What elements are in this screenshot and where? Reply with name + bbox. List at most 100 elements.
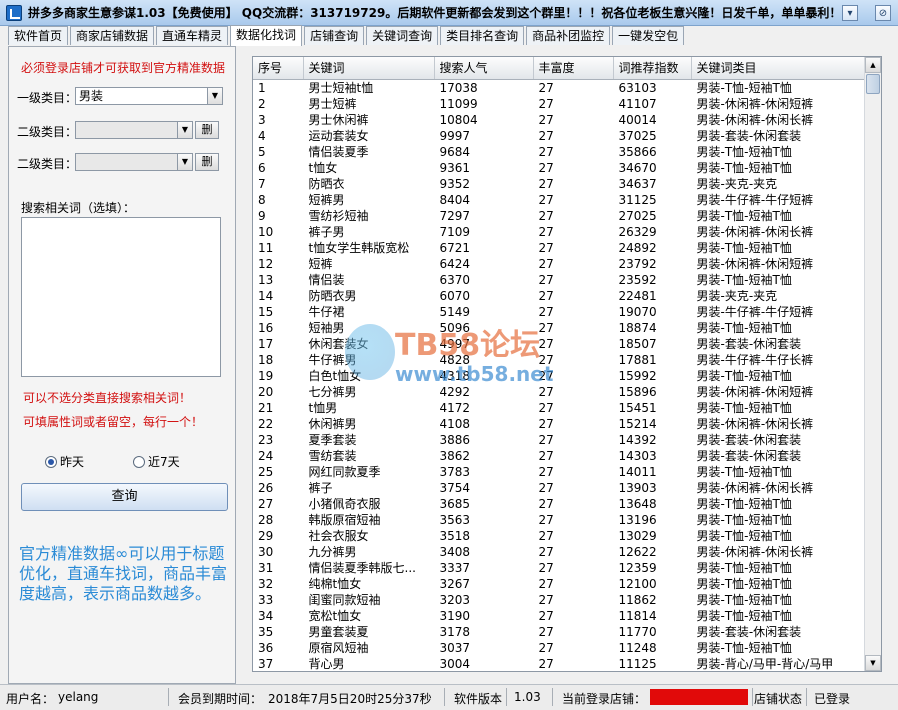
column-header[interactable]: 序号 [253, 57, 304, 80]
table-cell: 男装-套装-休闲套装 [696, 128, 802, 143]
table-row[interactable]: 17 休闲套装女 4997 27 18507 男装-套装-休闲套装 [253, 336, 865, 352]
table-row[interactable]: 10 裤子男 7109 27 26329 男装-休闲裤-休闲长裤 [253, 224, 865, 240]
table-row[interactable]: 19 白色t恤女 4318 27 15992 男装-T恤-短袖T恤 [253, 368, 865, 384]
column-header[interactable]: 丰富度 [533, 57, 614, 80]
table-row[interactable]: 20 七分裤男 4292 27 15896 男装-休闲裤-休闲短裤 [253, 384, 865, 400]
cat2-delete-button[interactable]: 删 [195, 121, 219, 139]
table-row[interactable]: 14 防晒衣男 6070 27 22481 男装-夹克-夹克 [253, 288, 865, 304]
table-row[interactable]: 37 背心男 3004 27 11125 男装-背心/马甲-背心/马甲 [253, 656, 865, 672]
table-row[interactable]: 24 雪纺套装 3862 27 14303 男装-套装-休闲套装 [253, 448, 865, 464]
column-header[interactable]: 关键词类目 [691, 57, 866, 80]
tab-2[interactable]: 直通车精灵 [156, 26, 229, 45]
tab-7[interactable]: 商品补团监控 [526, 26, 611, 45]
table-cell: 情侣装夏季韩版七... [308, 560, 416, 575]
radio-7days[interactable]: 近7天 [133, 453, 180, 470]
table-row[interactable]: 8 短裤男 8404 27 31125 男装-牛仔裤-牛仔短裤 [253, 192, 865, 208]
table-row[interactable]: 29 社会衣服女 3518 27 13029 男装-T恤-短袖T恤 [253, 528, 865, 544]
table-row[interactable]: 13 情侣装 6370 27 23592 男装-T恤-短袖T恤 [253, 272, 865, 288]
radio-yesterday-label: 昨天 [60, 455, 85, 469]
table-cell: 男装-休闲裤-休闲长裤 [696, 112, 814, 127]
table-cell: 36 [258, 640, 274, 655]
filter-panel: 必须登录店铺才可获取到官方精准数据 一级类目： 男装 ▼ 二级类目： ▼ 删 二… [8, 46, 236, 684]
table-row[interactable]: 35 男童套装夏 3178 27 11770 男装-套装-休闲套装 [253, 624, 865, 640]
query-button[interactable]: 查询 [21, 483, 228, 511]
table-cell: 牛仔裤男 [308, 352, 357, 367]
table-cell: 短裤男 [308, 192, 345, 207]
scroll-thumb[interactable] [866, 74, 880, 94]
radio-yesterday[interactable]: 昨天 [45, 453, 84, 470]
column-header[interactable]: 搜索人气 [434, 57, 534, 80]
close-icon[interactable]: ⊘ [875, 5, 891, 21]
table-row[interactable]: 1 男士短袖t恤 17038 27 63103 男装-T恤-短袖T恤 [253, 79, 865, 96]
tab-8[interactable]: 一键发空包 [612, 26, 685, 45]
tab-4[interactable]: 店铺查询 [304, 26, 365, 45]
table-cell: 27 [538, 592, 554, 607]
table-cell: 男童套装夏 [308, 624, 369, 639]
table-cell: 男装-休闲裤-休闲短裤 [696, 384, 814, 399]
table-row[interactable]: 4 运动套装女 9997 27 37025 男装-套装-休闲套装 [253, 128, 865, 144]
table-row[interactable]: 16 短袖男 5096 27 18874 男装-T恤-短袖T恤 [253, 320, 865, 336]
table-cell: 11248 [618, 640, 657, 655]
table-row[interactable]: 27 小猪佩奇衣服 3685 27 13648 男装-T恤-短袖T恤 [253, 496, 865, 512]
tab-0[interactable]: 软件首页 [8, 26, 69, 45]
table-row[interactable]: 7 防晒衣 9352 27 34637 男装-夹克-夹克 [253, 176, 865, 192]
table-cell: 27025 [618, 208, 657, 223]
table-cell: 雪纺套装 [308, 448, 357, 463]
table-row[interactable]: 36 原宿风短袖 3037 27 11248 男装-T恤-短袖T恤 [253, 640, 865, 656]
table-cell: 15451 [618, 400, 657, 415]
tab-5[interactable]: 关键词查询 [366, 26, 439, 45]
table-cell: 8 [258, 192, 266, 207]
scroll-down-icon[interactable]: ▼ [865, 655, 881, 671]
table-row[interactable]: 32 纯棉t恤女 3267 27 12100 男装-T恤-短袖T恤 [253, 576, 865, 592]
cat2-select[interactable]: ▼ [75, 121, 193, 139]
table-cell: 休闲裤男 [308, 416, 357, 431]
table-cell: 男装-T恤-短袖T恤 [696, 160, 792, 175]
chevron-down-icon[interactable]: ▼ [207, 88, 222, 104]
cat1-select[interactable]: 男装 ▼ [75, 87, 223, 105]
table-cell: 27 [538, 560, 554, 575]
table-row[interactable]: 3 男士休闲裤 10804 27 40014 男装-休闲裤-休闲长裤 [253, 112, 865, 128]
cat3-delete-button[interactable]: 删 [195, 153, 219, 171]
table-row[interactable]: 26 裤子 3754 27 13903 男装-休闲裤-休闲长裤 [253, 480, 865, 496]
results-table[interactable]: 序号 关键词 搜索人气 丰富度 词推荐指数 关键词类目 1 男士短袖t恤 17038 27 631… [252, 56, 882, 672]
table-row[interactable]: 30 九分裤男 3408 27 12622 男装-休闲裤-休闲长裤 [253, 544, 865, 560]
vertical-scrollbar[interactable]: ▲ ▼ [864, 57, 881, 671]
tab-1[interactable]: 商家店铺数据 [70, 26, 155, 45]
table-row[interactable]: 9 雪纺衫短袖 7297 27 27025 男装-T恤-短袖T恤 [253, 208, 865, 224]
table-row[interactable]: 23 夏季套装 3886 27 14392 男装-套装-休闲套装 [253, 432, 865, 448]
table-cell: 2 [258, 96, 266, 111]
login-notice: 必须登录店铺才可获取到官方精准数据 [21, 61, 226, 75]
table-cell: 背心男 [308, 656, 345, 671]
table-row[interactable]: 5 情侣装夏季 9684 27 35866 男装-T恤-短袖T恤 [253, 144, 865, 160]
chevron-down-icon[interactable]: ▼ [177, 122, 192, 138]
table-row[interactable]: 11 t恤女学生韩版宽松 6721 27 24892 男装-T恤-短袖T恤 [253, 240, 865, 256]
table-cell: 男装-夹克-夹克 [696, 176, 778, 191]
table-row[interactable]: 25 网红同款夏季 3783 27 14011 男装-T恤-短袖T恤 [253, 464, 865, 480]
table-row[interactable]: 6 t恤女 9361 27 34670 男装-T恤-短袖T恤 [253, 160, 865, 176]
table-row[interactable]: 34 宽松t恤女 3190 27 11814 男装-T恤-短袖T恤 [253, 608, 865, 624]
table-row[interactable]: 2 男士短裤 11099 27 41107 男装-休闲裤-休闲短裤 [253, 96, 865, 112]
tab-3[interactable]: 数据化找词 [230, 25, 303, 46]
cat2-label: 二级类目： [17, 125, 78, 139]
keyword-textarea[interactable] [21, 217, 221, 377]
tab-6[interactable]: 类目排名查询 [440, 26, 525, 45]
table-row[interactable]: 33 闺蜜同款短袖 3203 27 11862 男装-T恤-短袖T恤 [253, 592, 865, 608]
table-cell: 27 [538, 288, 554, 303]
table-cell: 男士短裤 [308, 96, 357, 111]
data-usage-note: 官方精准数据∞可以用于标题优化，直通车找词，商品丰富度越高，表示商品数越多。 [19, 544, 228, 603]
table-row[interactable]: 21 t恤男 4172 27 15451 男装-T恤-短袖T恤 [253, 400, 865, 416]
table-row[interactable]: 31 情侣装夏季韩版七... 3337 27 12359 男装-T恤-短袖T恤 [253, 560, 865, 576]
minimize-icon[interactable]: ▾ [842, 5, 858, 21]
table-row[interactable]: 12 短裤 6424 27 23792 男装-休闲裤-休闲短裤 [253, 256, 865, 272]
table-row[interactable]: 22 休闲裤男 4108 27 15214 男装-休闲裤-休闲长裤 [253, 416, 865, 432]
cat3-select[interactable]: ▼ [75, 153, 193, 171]
column-header[interactable]: 关键词 [303, 57, 435, 80]
table-cell: 男装-牛仔裤-牛仔长裤 [696, 352, 814, 367]
column-header[interactable]: 词推荐指数 [613, 57, 692, 80]
table-row[interactable]: 28 韩版原宿短袖 3563 27 13196 男装-T恤-短袖T恤 [253, 512, 865, 528]
table-row[interactable]: 18 牛仔裤男 4828 27 17881 男装-牛仔裤-牛仔长裤 [253, 352, 865, 368]
table-cell: 13 [258, 272, 274, 287]
chevron-down-icon[interactable]: ▼ [177, 154, 192, 170]
table-row[interactable]: 15 牛仔裙 5149 27 19070 男装-牛仔裤-牛仔短裤 [253, 304, 865, 320]
scroll-up-icon[interactable]: ▲ [865, 57, 881, 73]
